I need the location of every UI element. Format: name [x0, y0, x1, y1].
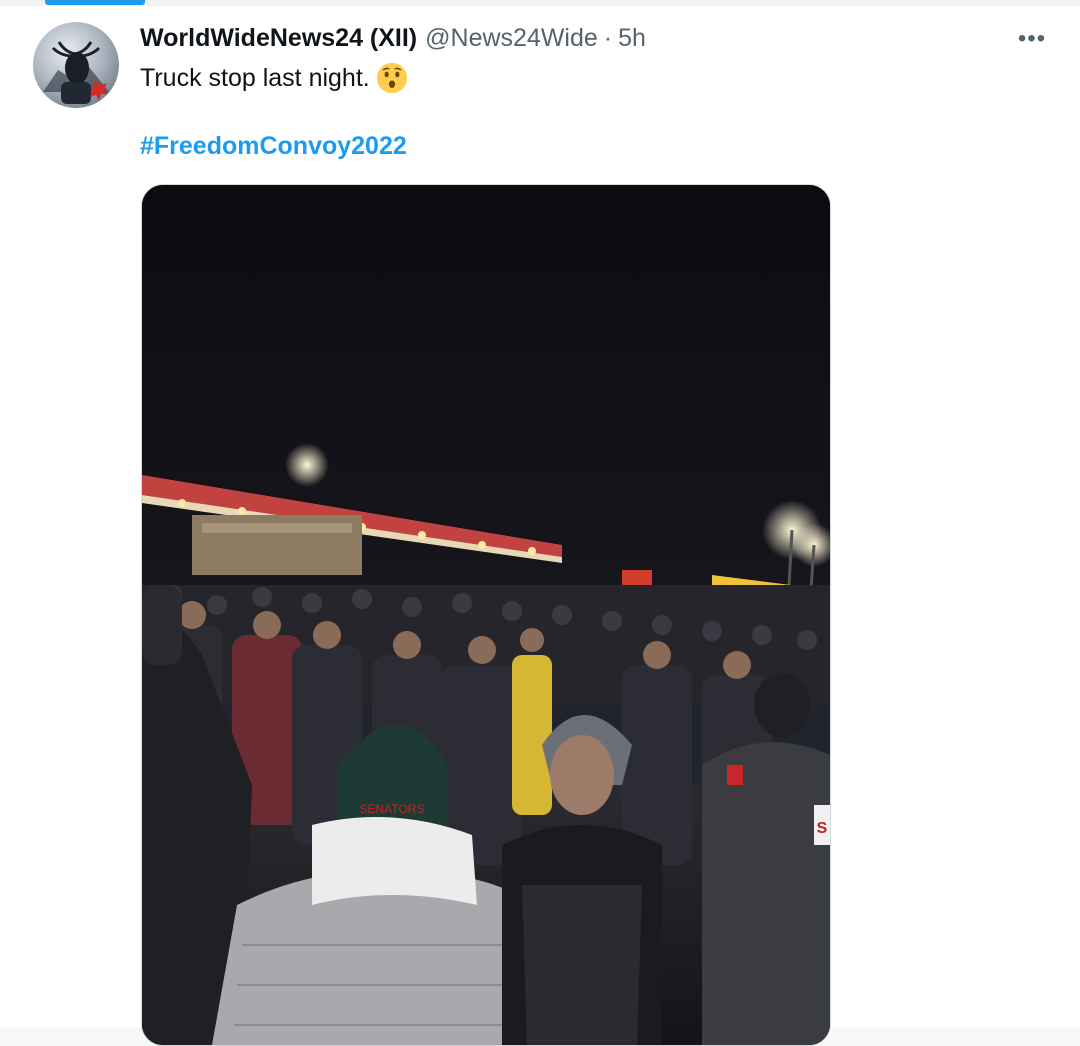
display-name[interactable]: WorldWideNews24 (XII): [140, 24, 417, 53]
tweet-header: WorldWideNews24 (XII) @News24Wide · 5h: [140, 20, 646, 56]
separator-dot: ·: [603, 23, 613, 52]
avatar[interactable]: [33, 22, 119, 108]
tweet-photo[interactable]: SENATORS S: [141, 184, 831, 1046]
svg-text:SENATORS: SENATORS: [360, 802, 425, 816]
active-tab-indicator: [45, 0, 145, 5]
tweet-text-body: Truck stop last night.: [140, 64, 370, 92]
user-handle[interactable]: @News24Wide: [425, 24, 598, 53]
more-options-icon[interactable]: •••: [1012, 24, 1052, 54]
crowd-photo-image: SENATORS S: [142, 185, 830, 1045]
timestamp[interactable]: 5h: [618, 24, 646, 53]
tweet-text: Truck stop last night.: [140, 61, 408, 95]
sign-fragment: S: [817, 820, 828, 837]
hushed-face-emoji-icon: [376, 62, 407, 94]
hashtag-link[interactable]: #FreedomConvoy2022: [140, 132, 407, 161]
moose-avatar-icon: [43, 41, 109, 104]
tweet[interactable]: WorldWideNews24 (XII) @News24Wide · 5h •…: [0, 6, 1080, 1046]
